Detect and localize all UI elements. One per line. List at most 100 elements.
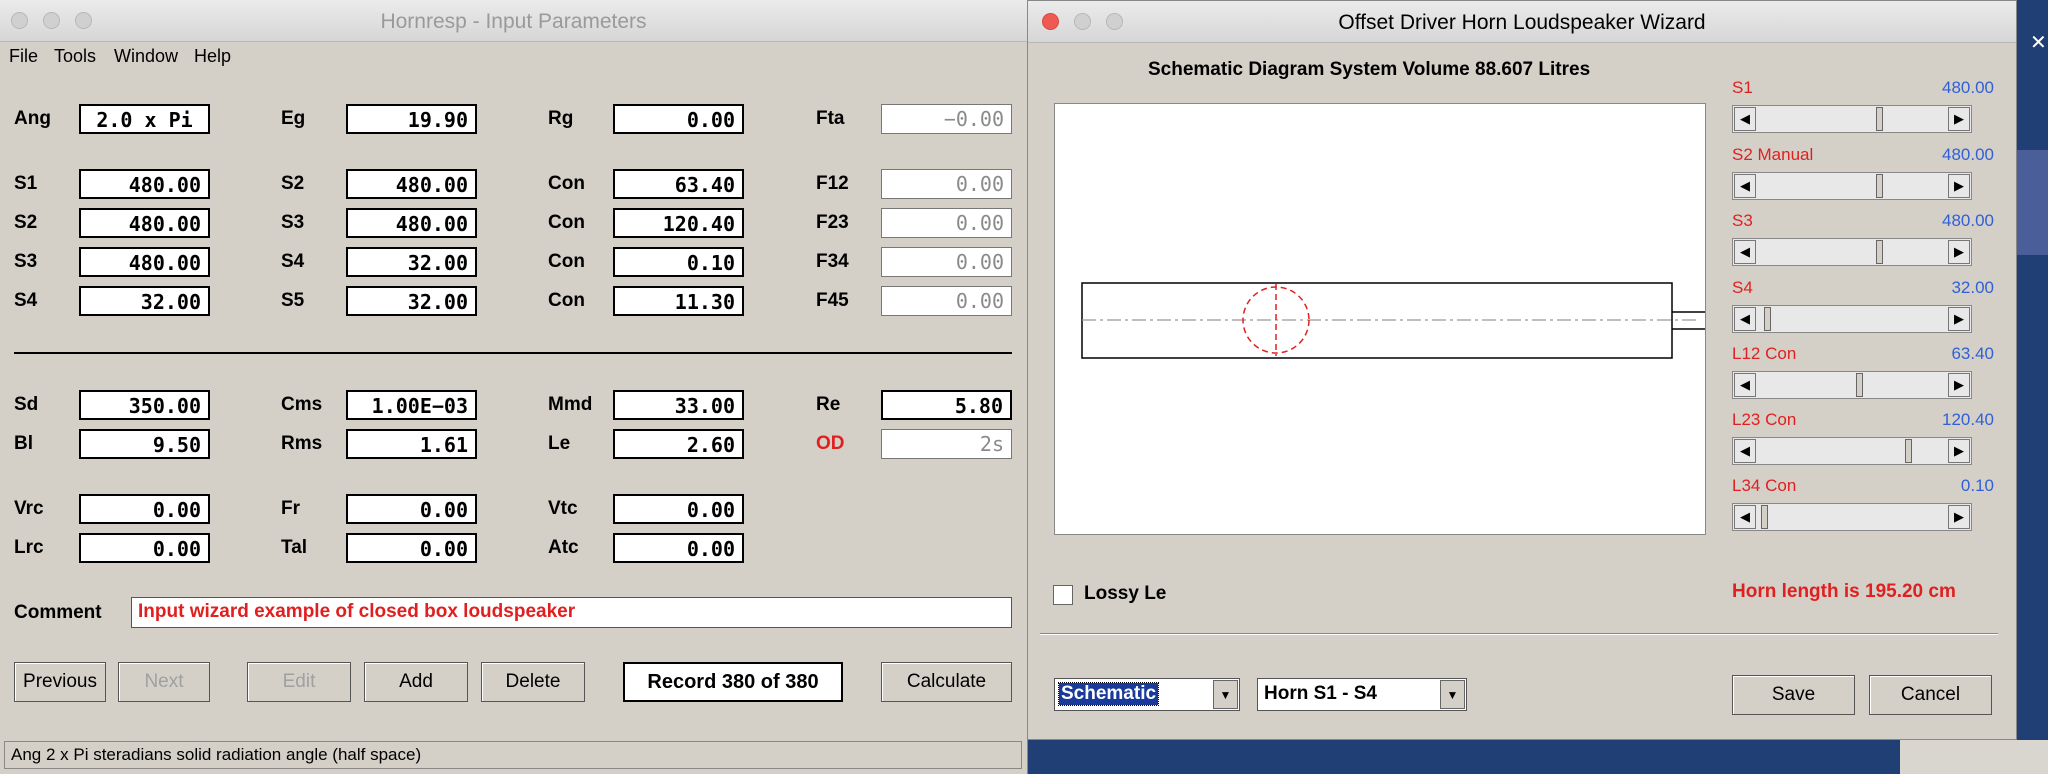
label-f45: F45 xyxy=(816,290,849,311)
label-s4-row4: S4 xyxy=(14,290,38,311)
arrow-right-icon[interactable]: ▶ xyxy=(1948,439,1970,463)
eg-field[interactable]: 19.90 xyxy=(346,104,477,134)
slider-label-s3: S3 xyxy=(1732,211,1753,230)
wizard-divider xyxy=(1040,633,1998,635)
arrow-right-icon[interactable]: ▶ xyxy=(1948,373,1970,397)
tal-field[interactable]: 0.00 xyxy=(346,533,477,563)
arrow-left-icon[interactable]: ◀ xyxy=(1734,373,1756,397)
horn-select-value: Horn S1 - S4 xyxy=(1264,683,1377,704)
arrow-right-icon[interactable]: ▶ xyxy=(1948,240,1970,264)
close-icon[interactable]: ✕ xyxy=(2030,30,2047,54)
calculate-button[interactable]: Calculate xyxy=(881,662,1012,702)
horn-wizard-window: Offset Driver Horn Loudspeaker Wizard Sc… xyxy=(1028,0,2017,740)
lrc-field[interactable]: 0.00 xyxy=(79,533,210,563)
slider-l34[interactable]: ◀ ▶ xyxy=(1732,503,1972,531)
view-select[interactable]: Schematic ▼ xyxy=(1054,678,1240,711)
fr-field[interactable]: 0.00 xyxy=(346,494,477,524)
arrow-right-icon[interactable]: ▶ xyxy=(1948,307,1970,331)
input-parameters-window: Hornresp - Input Parameters File Tools W… xyxy=(0,0,1028,774)
re-field[interactable]: 5.80 xyxy=(881,390,1012,420)
slider-l23[interactable]: ◀ ▶ xyxy=(1732,437,1972,465)
con2-field[interactable]: 120.40 xyxy=(613,208,744,238)
wizard-titlebar: Offset Driver Horn Loudspeaker Wizard xyxy=(1028,1,2016,43)
lossy-le-label[interactable]: Lossy Le xyxy=(1084,583,1166,605)
arrow-left-icon[interactable]: ◀ xyxy=(1734,505,1756,529)
bl-field[interactable]: 9.50 xyxy=(79,429,210,459)
arrow-left-icon[interactable]: ◀ xyxy=(1734,240,1756,264)
label-lrc: Lrc xyxy=(14,537,44,558)
slider-l12[interactable]: ◀ ▶ xyxy=(1732,371,1972,399)
slider-thumb[interactable] xyxy=(1875,240,1883,264)
slider-thumb[interactable] xyxy=(1760,505,1768,529)
rms-field[interactable]: 1.61 xyxy=(346,429,477,459)
menu-help[interactable]: Help xyxy=(194,46,231,67)
s3-row3-field[interactable]: 480.00 xyxy=(79,247,210,277)
slider-s3[interactable]: ◀ ▶ xyxy=(1732,238,1972,266)
s2-row2-field[interactable]: 480.00 xyxy=(79,208,210,238)
con4-field[interactable]: 11.30 xyxy=(613,286,744,316)
atc-field[interactable]: 0.00 xyxy=(613,533,744,563)
arrow-left-icon[interactable]: ◀ xyxy=(1734,439,1756,463)
s1-field[interactable]: 480.00 xyxy=(79,169,210,199)
arrow-right-icon[interactable]: ▶ xyxy=(1948,174,1970,198)
ang-field[interactable]: 2.0 x Pi xyxy=(79,104,210,134)
slider-thumb[interactable] xyxy=(1764,307,1772,331)
con1-field[interactable]: 63.40 xyxy=(613,169,744,199)
le-field[interactable]: 2.60 xyxy=(613,429,744,459)
horn-select[interactable]: Horn S1 - S4 ▼ xyxy=(1257,678,1467,711)
delete-button[interactable]: Delete xyxy=(481,662,585,702)
rg-field[interactable]: 0.00 xyxy=(613,104,744,134)
arrow-left-icon[interactable]: ◀ xyxy=(1734,307,1756,331)
slider-label-l23: L23 Con xyxy=(1732,410,1797,429)
cms-field[interactable]: 1.00E−03 xyxy=(346,390,477,420)
label-s3-row3: S3 xyxy=(14,251,38,272)
slider-thumb[interactable] xyxy=(1875,107,1883,131)
chevron-down-icon[interactable]: ▼ xyxy=(1213,680,1238,709)
sd-field[interactable]: 350.00 xyxy=(79,390,210,420)
schematic-drawing xyxy=(1081,282,1708,359)
arrow-left-icon[interactable]: ◀ xyxy=(1734,107,1756,131)
menu-file[interactable]: File xyxy=(9,46,38,67)
label-sd: Sd xyxy=(14,394,39,415)
slider-s2[interactable]: ◀ ▶ xyxy=(1732,172,1972,200)
arrow-right-icon[interactable]: ▶ xyxy=(1948,505,1970,529)
label-f34: F34 xyxy=(816,251,849,272)
label-fta: Fta xyxy=(816,108,845,129)
arrow-left-icon[interactable]: ◀ xyxy=(1734,174,1756,198)
label-atc: Atc xyxy=(548,537,579,558)
fta-field: −0.00 xyxy=(881,104,1012,134)
slider-thumb[interactable] xyxy=(1855,373,1863,397)
slider-thumb[interactable] xyxy=(1905,439,1913,463)
s3-field[interactable]: 480.00 xyxy=(346,208,477,238)
s4-row4-field[interactable]: 32.00 xyxy=(79,286,210,316)
s4-field[interactable]: 32.00 xyxy=(346,247,477,277)
con3-field[interactable]: 0.10 xyxy=(613,247,744,277)
chevron-down-icon[interactable]: ▼ xyxy=(1440,680,1465,709)
slider-value-l34: 0.10 xyxy=(1960,476,1994,495)
save-button[interactable]: Save xyxy=(1732,675,1855,715)
edit-button[interactable]: Edit xyxy=(247,662,351,702)
comment-field[interactable]: Input wizard example of closed box louds… xyxy=(131,597,1012,628)
label-od[interactable]: OD xyxy=(816,433,845,455)
add-button[interactable]: Add xyxy=(364,662,468,702)
record-indicator: Record 380 of 380 xyxy=(623,662,843,702)
slider-s1[interactable]: ◀ ▶ xyxy=(1732,105,1972,133)
menu-window[interactable]: Window xyxy=(114,46,178,67)
s5-field[interactable]: 32.00 xyxy=(346,286,477,316)
next-button[interactable]: Next xyxy=(118,662,210,702)
slider-s4[interactable]: ◀ ▶ xyxy=(1732,305,1972,333)
menu-tools[interactable]: Tools xyxy=(54,46,96,67)
label-le: Le xyxy=(548,433,571,454)
label-comment: Comment xyxy=(14,602,102,623)
mmd-field[interactable]: 33.00 xyxy=(613,390,744,420)
vrc-field[interactable]: 0.00 xyxy=(79,494,210,524)
lossy-le-checkbox[interactable] xyxy=(1053,585,1073,605)
cancel-button[interactable]: Cancel xyxy=(1869,675,1992,715)
s2-field[interactable]: 480.00 xyxy=(346,169,477,199)
arrow-right-icon[interactable]: ▶ xyxy=(1948,107,1970,131)
previous-button[interactable]: Previous xyxy=(14,662,106,702)
window-title: Hornresp - Input Parameters xyxy=(380,10,647,33)
slider-thumb[interactable] xyxy=(1875,174,1883,198)
f45-field: 0.00 xyxy=(881,286,1012,316)
vtc-field[interactable]: 0.00 xyxy=(613,494,744,524)
